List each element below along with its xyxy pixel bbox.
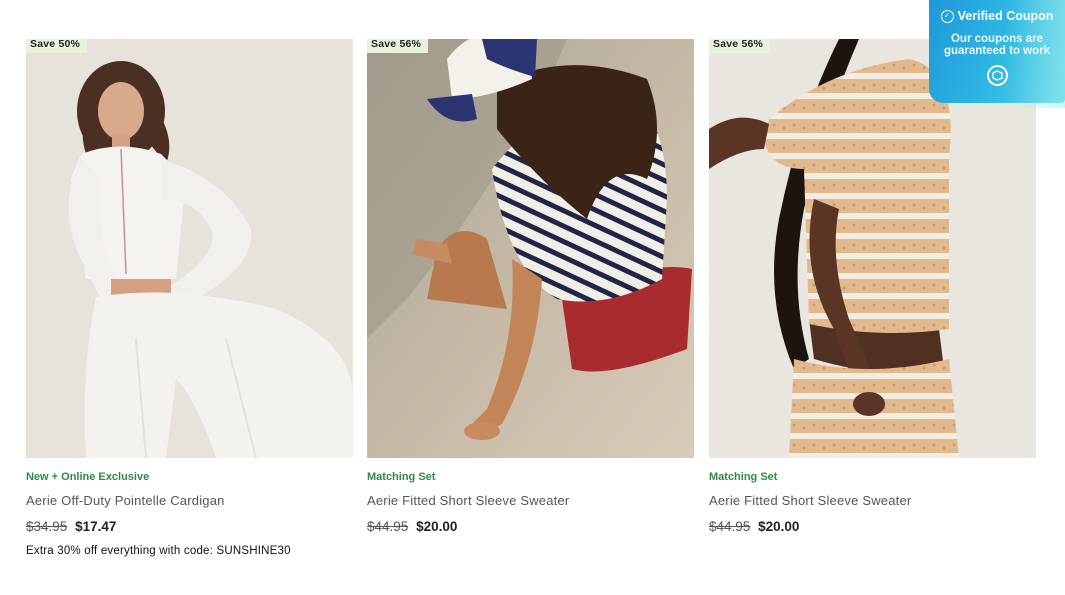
original-price: $44.95 [709, 519, 751, 534]
verified-coupon-widget[interactable]: ✓ Verified Coupon Our coupons are guaran… [929, 0, 1065, 108]
product-tag: New + Online Exclusive [26, 471, 150, 483]
price-row: $44.95 $20.00 [709, 519, 1036, 537]
sale-price: $17.47 [75, 519, 117, 534]
check-circle-icon: ✓ [940, 9, 954, 23]
promo-text: Extra 30% off everything with code: SUNS… [26, 545, 291, 557]
product-tag: Matching Set [709, 471, 778, 483]
original-price: $44.95 [367, 519, 409, 534]
product-image[interactable]: Save 50% [26, 39, 353, 458]
product-card[interactable]: Save 56% Matching Set Aerie Fitted Short… [709, 39, 1036, 537]
product-card[interactable]: Save 50% New + Online Exclusive Aerie Of… [26, 39, 353, 557]
tag-icon [991, 70, 1003, 81]
product-card[interactable]: Save 56% Matching Set Aerie Fitted Short… [367, 39, 694, 537]
sale-price: $20.00 [758, 519, 800, 534]
coupon-subtitle: Our coupons are guaranteed to work [929, 33, 1065, 57]
price-row: $44.95 $20.00 [367, 519, 694, 537]
coupon-subtitle-line1: Our coupons are [950, 33, 1044, 45]
coupon-subtitle-line2: guaranteed to work [943, 45, 1051, 57]
product-name[interactable]: Aerie Fitted Short Sleeve Sweater [367, 493, 694, 509]
product-tag: Matching Set [367, 471, 436, 483]
price-row: $34.95 $17.47 [26, 519, 353, 537]
product-photo-striped-sweater [367, 39, 694, 458]
product-photo-cardigan [26, 39, 353, 458]
product-name[interactable]: Aerie Fitted Short Sleeve Sweater [709, 493, 1036, 509]
product-name[interactable]: Aerie Off-Duty Pointelle Cardigan [26, 493, 353, 509]
product-image[interactable]: Save 56% [367, 39, 694, 458]
coupon-title-text: Verified Coupon [957, 9, 1054, 23]
coupon-title: ✓ Verified Coupon [929, 9, 1065, 23]
original-price: $34.95 [26, 519, 68, 534]
coupon-logo-icon[interactable] [986, 65, 1008, 86]
save-badge: Save 56% [709, 39, 771, 53]
save-badge: Save 50% [26, 39, 88, 53]
save-badge: Save 56% [367, 39, 429, 53]
sale-price: $20.00 [416, 519, 458, 534]
